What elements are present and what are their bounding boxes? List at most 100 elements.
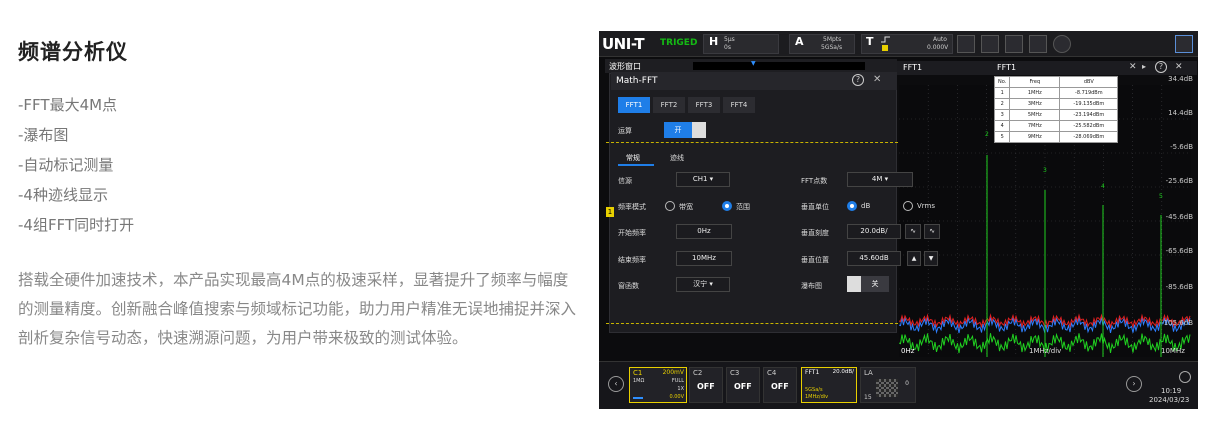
start-freq-label: 开始频率 <box>618 229 646 237</box>
trigger-edge-icon <box>881 36 890 51</box>
vertical-unit-db-label: dB <box>861 202 871 210</box>
ch1-marker-icon[interactable]: 1 <box>606 207 614 217</box>
page-title: 频谱分析仪 <box>18 40 128 64</box>
subtab-general[interactable]: 常规 <box>626 153 640 163</box>
waveform-window-title: 波形窗口 <box>609 62 641 71</box>
horizontal-label: H <box>709 35 719 48</box>
window-func-select[interactable]: 汉宁 ▾ <box>676 277 730 292</box>
horizontal-scale: 5μs <box>724 36 735 43</box>
subtab-trace[interactable]: 迹线 <box>670 153 684 163</box>
scale-fine-icon[interactable]: ∿ <box>905 224 921 239</box>
fft-points-label: FFT点数 <box>801 177 828 185</box>
fft-window-header: FFT1 FFT1 ✕ ▸ ? ✕ <box>897 61 1197 75</box>
position-down-icon[interactable]: ▼ <box>924 251 938 266</box>
operation-toggle[interactable]: 开 <box>664 122 692 138</box>
tab-fft2[interactable]: FFT2 <box>653 97 685 113</box>
acquisition-label: A <box>795 35 804 48</box>
marker-table-header: dBV <box>1059 76 1119 88</box>
vertical-pos-input[interactable]: 45.60dB <box>847 251 901 266</box>
tab-fft4[interactable]: FFT4 <box>723 97 755 113</box>
ch2-box[interactable]: C2 OFF <box>689 367 723 403</box>
help-icon[interactable]: ? <box>852 74 864 86</box>
fft-start-frequency: 0Hz <box>901 347 915 355</box>
dialog-header: Math-FFT ? ✕ <box>611 72 897 90</box>
search-icon[interactable] <box>1053 35 1071 53</box>
next-icon[interactable]: › <box>1126 376 1142 392</box>
db-scale-label: 34.4dB <box>1168 75 1193 83</box>
settings-icon[interactable] <box>1179 371 1191 383</box>
waveform-overview[interactable] <box>693 62 865 70</box>
fft-trace-title: FFT1 <box>997 63 1017 72</box>
fft-points-select[interactable]: 4M ▾ <box>847 172 913 187</box>
fft-frequency-division: 1MHz/div <box>1029 347 1062 355</box>
operation-label: 运算 <box>618 127 632 135</box>
scale-auto-icon[interactable]: ∿ <box>924 224 940 239</box>
trigger-level: 0.000V <box>927 44 949 51</box>
start-freq-input[interactable]: 0Hz <box>676 224 732 239</box>
freq-mode-range-label: 范围 <box>736 203 750 211</box>
list-icon[interactable] <box>1029 35 1047 53</box>
marker-4-label: 4 <box>1101 183 1105 190</box>
marker-table-header: No. <box>993 76 1011 88</box>
fft1-box[interactable]: FFT1 20.0dB/ 5GSa/s 1MHz/div <box>801 367 857 403</box>
ch3-box[interactable]: C3 OFF <box>726 367 760 403</box>
freq-mode-range-radio[interactable] <box>722 201 732 211</box>
vertical-unit-db-radio[interactable] <box>847 201 857 211</box>
position-up-icon[interactable]: ▲ <box>907 251 921 266</box>
tab-fft3[interactable]: FFT3 <box>688 97 720 113</box>
vertical-unit-vrms-radio[interactable] <box>903 201 913 211</box>
waveform-window-header: 波形窗口 ▼ <box>605 59 897 73</box>
menu-grid-icon[interactable] <box>1175 35 1193 53</box>
table-row: 5 9MHz -28.069dBm <box>993 131 1119 143</box>
close-icon[interactable]: ✕ <box>1175 62 1183 72</box>
intro-section: 频谱分析仪 -FFT最大4M点 -瀑布图 -自动标记测量 -4种迹线显示 -4组… <box>18 0 578 435</box>
db-scale-label: -65.6dB <box>1165 247 1193 255</box>
cursor-icon[interactable] <box>981 35 999 53</box>
measure-icon[interactable] <box>957 35 975 53</box>
table-row: 3 5MHz -23.194dBm <box>993 109 1119 121</box>
reference-line <box>606 323 898 324</box>
fft-window-title: FFT1 <box>903 63 923 72</box>
db-scale-label: -85.6dB <box>1165 283 1193 291</box>
table-row: 2 3MHz -19.135dBm <box>993 98 1119 110</box>
la-box[interactable]: LA 0 15 <box>860 367 916 403</box>
vertical-scale-input[interactable]: 20.0dB/ <box>847 224 901 239</box>
fft-end-frequency: 10MHz <box>1161 347 1185 355</box>
trigger-status: TRIGED <box>660 38 698 48</box>
horizontal-offset: 0s <box>724 44 731 51</box>
vertical-unit-label: 垂直单位 <box>801 203 829 211</box>
feature-list: -FFT最大4M点 -瀑布图 -自动标记测量 -4种迹线显示 -4组FFT同时打… <box>18 90 134 240</box>
close-icon[interactable]: ✕ <box>873 74 881 85</box>
db-scale-label: -105.6dB <box>1161 319 1193 327</box>
prev-icon[interactable]: ‹ <box>608 376 624 392</box>
waterfall-toggle[interactable]: 关 <box>861 276 889 292</box>
dialog-title: Math-FFT <box>616 76 658 86</box>
vertical-pos-label: 垂直位置 <box>801 256 829 264</box>
math-icon[interactable] <box>1005 35 1023 53</box>
subtab-underline <box>618 164 654 166</box>
close-icon[interactable]: ✕ <box>1129 62 1137 72</box>
freq-mode-bandwidth-radio[interactable] <box>665 201 675 211</box>
feature-item: -4组FFT同时打开 <box>18 216 135 234</box>
help-icon[interactable]: ? <box>1155 61 1167 73</box>
tab-fft1[interactable]: FFT1 <box>618 97 650 113</box>
feature-item: -FFT最大4M点 <box>18 96 118 114</box>
source-label: 信源 <box>618 177 632 185</box>
operation-toggle-knob <box>692 122 706 138</box>
ch4-box[interactable]: C4 OFF <box>763 367 797 403</box>
window-func-label: 窗函数 <box>618 282 639 290</box>
expand-icon[interactable]: ▸ <box>1142 62 1146 71</box>
end-freq-input[interactable]: 10MHz <box>676 251 732 266</box>
brand-logo: UNI-T <box>602 35 645 53</box>
description-text: 搭载全硬件加速技术，本产品实现最高4M点的极速采样，显著提升了频率与幅度的测量精… <box>18 271 577 347</box>
db-scale-label: 14.4dB <box>1168 109 1193 117</box>
feature-item: -自动标记测量 <box>18 156 114 174</box>
waterfall-toggle-knob <box>847 276 861 292</box>
clock-date: 2024/03/23 <box>1149 396 1190 404</box>
source-select[interactable]: CH1 ▾ <box>676 172 730 187</box>
marker-5-label: 5 <box>1159 193 1163 200</box>
oscilloscope-screen: UNI-T TRIGED H 5μs 0s A 5Mpts 5GSa/s T A… <box>599 31 1198 409</box>
ch1-box[interactable]: C1 200mV 1MΩ FULL 1X 0.00V <box>629 367 687 403</box>
trigger-mode: Auto <box>933 36 947 43</box>
la-grid-icon <box>876 379 898 397</box>
